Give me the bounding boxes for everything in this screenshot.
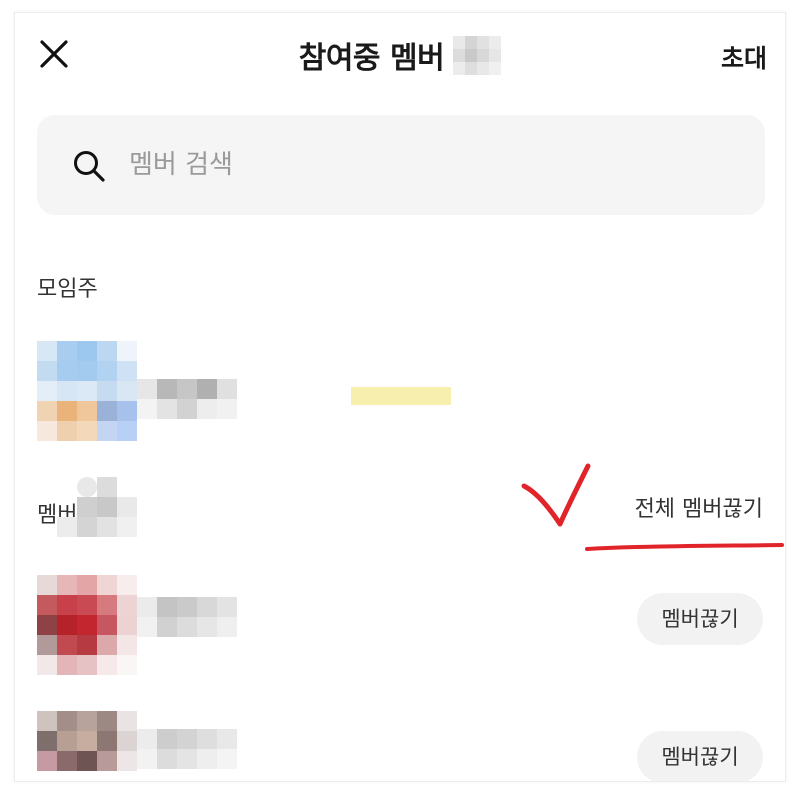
member-avatar bbox=[37, 711, 137, 781]
member-count-blurred bbox=[453, 36, 503, 75]
page-title: 참여중 멤버 bbox=[298, 41, 445, 76]
members-screen: 참여중 멤버 초대 모임주 bbox=[14, 12, 786, 782]
search-bar[interactable] bbox=[37, 115, 765, 215]
invite-button[interactable]: 초대 bbox=[721, 39, 767, 75]
kick-all-members-button[interactable]: 전체 멤버끊기 bbox=[635, 491, 763, 523]
title-wrap: 참여중 멤버 bbox=[15, 33, 785, 77]
kick-member-button[interactable]: 멤버끊기 bbox=[637, 593, 763, 645]
member-avatar bbox=[37, 575, 137, 675]
member-name-blurred bbox=[137, 597, 237, 637]
search-input[interactable] bbox=[129, 143, 709, 187]
search-icon bbox=[74, 151, 105, 182]
member-name-blurred bbox=[137, 729, 237, 769]
highlighted-text-blurred bbox=[351, 387, 451, 405]
owner-avatar bbox=[37, 341, 137, 441]
header: 참여중 멤버 초대 bbox=[15, 13, 785, 91]
owner-name-blurred bbox=[137, 379, 237, 419]
owner-section-label: 모임주 bbox=[37, 277, 98, 302]
kick-member-button[interactable]: 멤버끊기 bbox=[637, 731, 763, 781]
blurred-smudge bbox=[57, 477, 137, 557]
